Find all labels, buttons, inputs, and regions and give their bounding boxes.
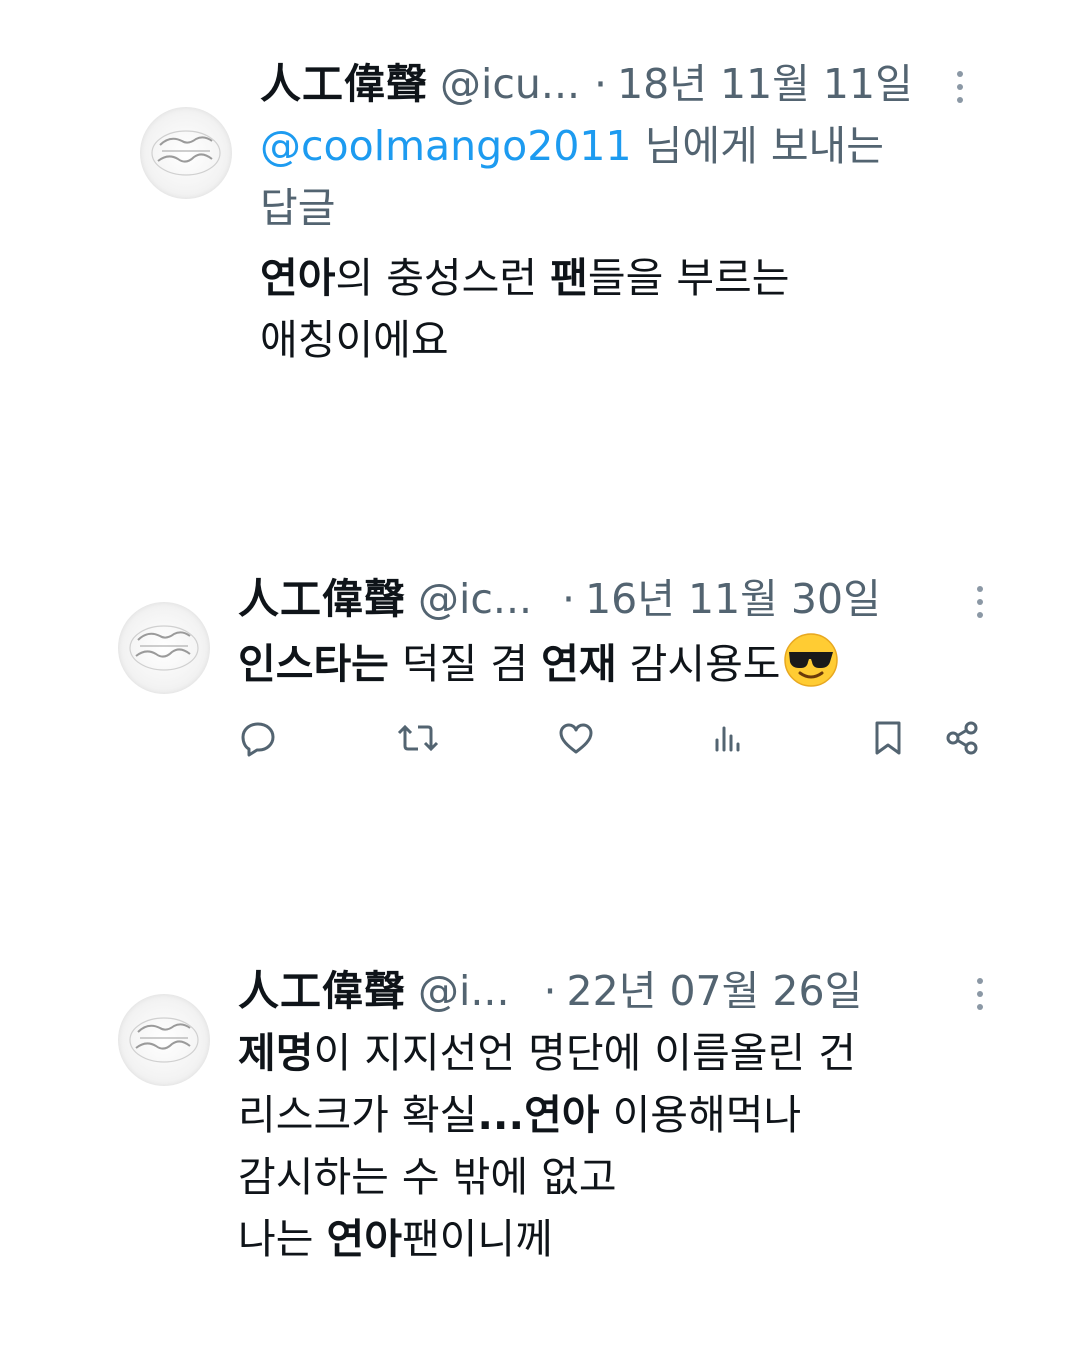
text-span: 나는 <box>238 1215 327 1263</box>
author-handle[interactable]: @icu... <box>440 55 580 113</box>
tweet-actions <box>0 716 1080 776</box>
avatar-logo-icon <box>151 130 221 176</box>
bookmark-icon[interactable] <box>866 716 910 760</box>
more-options-icon[interactable] <box>950 67 970 107</box>
text-bold: 연아 <box>260 254 336 302</box>
tweet-text-line: 제명이 지지선언 명단에 이름올린 건 <box>238 1022 862 1084</box>
avatar[interactable] <box>118 994 210 1086</box>
author-name[interactable]: 人工偉聲 <box>238 962 406 1020</box>
like-icon[interactable] <box>554 716 598 760</box>
reply-context-text: 님에게 보내는 <box>631 122 884 170</box>
text-bold: 연재 <box>541 640 617 688</box>
text-span: 이 지지선언 명단에 이름올린 건 <box>313 1029 856 1077</box>
tweet-1[interactable]: 人工偉聲 @icu... · 18년 11월 11일 @coolmango201… <box>0 55 1080 385</box>
tweet-text-line: 애칭이에요 <box>260 309 913 371</box>
tweet-header: 人工偉聲 @icu... · 18년 11월 11일 <box>260 55 913 113</box>
tweet-text-line: 인스타는 덕질 겸 연재 감시용도 <box>238 632 881 695</box>
more-options-icon[interactable] <box>970 582 990 622</box>
tweet-text: 연아의 충성스런 팬들을 부르는 애칭이에요 <box>260 247 913 371</box>
text-span: 이용해먹나 <box>599 1091 802 1139</box>
avatar-logo-icon <box>129 625 199 671</box>
author-name[interactable]: 人工偉聲 <box>260 55 428 113</box>
author-handle[interactable]: @i... <box>418 962 510 1020</box>
tweet-date[interactable]: 22년 07월 26일 <box>567 962 863 1020</box>
tweet-date[interactable]: 16년 11월 30일 <box>585 570 881 628</box>
separator-dot: · <box>594 60 608 108</box>
text-span: 의 충성스런 <box>335 254 551 302</box>
avatar[interactable] <box>140 107 232 199</box>
text-span: 감시용도 <box>616 640 781 688</box>
text-span: 리스크가 확실 <box>238 1091 478 1139</box>
tweet-text: 제명이 지지선언 명단에 이름올린 건 리스크가 확실...연아 이용해먹나 감… <box>238 1022 862 1270</box>
reply-mention-link[interactable]: @coolmango2011 <box>260 122 632 170</box>
tweet-text-line: 나는 연아팬이니께 <box>238 1208 862 1270</box>
more-options-icon[interactable] <box>970 974 990 1014</box>
reply-context-line2: 답글 <box>260 184 336 232</box>
tweet-2[interactable]: 人工偉聲 @ic... · 16년 11월 30일 인스타는 덕질 겸 연재 감… <box>0 570 1080 780</box>
tweet-text-line: 리스크가 확실...연아 이용해먹나 <box>238 1084 862 1146</box>
separator-dot: · <box>543 967 557 1015</box>
reply-icon[interactable] <box>236 716 280 760</box>
avatar-logo-icon <box>129 1017 199 1063</box>
tweet-date[interactable]: 18년 11월 11일 <box>617 55 913 113</box>
tweet-text-line: 감시하는 수 밖에 없고 <box>238 1146 862 1208</box>
text-span: 들을 부르는 <box>587 254 790 302</box>
text-bold: ...연아 <box>477 1091 600 1139</box>
text-bold: 팬 <box>550 254 588 302</box>
retweet-icon[interactable] <box>396 716 440 760</box>
text-bold: 연아 <box>326 1215 402 1263</box>
text-bold: 인스타는 <box>238 640 389 688</box>
text-span: 팬이니께 <box>401 1215 553 1263</box>
reply-context: @coolmango2011 님에게 보내는 <box>260 115 913 177</box>
avatar[interactable] <box>118 602 210 694</box>
smiling-face-with-sunglasses-icon <box>783 633 838 687</box>
author-handle[interactable]: @ic... <box>418 570 532 628</box>
tweet-3[interactable]: 人工偉聲 @i... · 22년 07월 26일 제명이 지지선언 명단에 이름… <box>0 962 1080 1302</box>
text-span: 감시하는 수 밖에 없고 <box>238 1153 617 1201</box>
separator-dot: · <box>562 575 576 623</box>
text-span: 애칭이에요 <box>260 316 449 364</box>
text-span: 덕질 겸 <box>388 640 542 688</box>
tweet-text-line: 연아의 충성스런 팬들을 부르는 <box>260 247 913 309</box>
tweet-header: 人工偉聲 @ic... · 16년 11월 30일 <box>238 570 881 628</box>
views-icon[interactable] <box>706 716 750 760</box>
author-name[interactable]: 人工偉聲 <box>238 570 406 628</box>
text-bold: 제명 <box>238 1029 314 1077</box>
share-icon[interactable] <box>940 716 984 760</box>
tweet-header: 人工偉聲 @i... · 22년 07월 26일 <box>238 962 862 1020</box>
